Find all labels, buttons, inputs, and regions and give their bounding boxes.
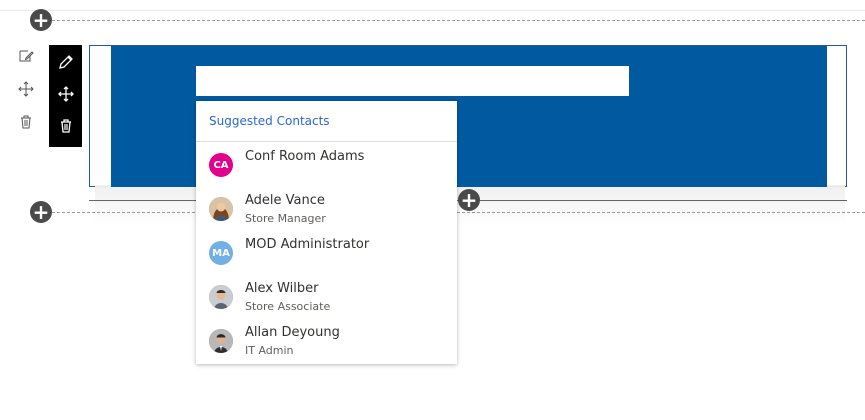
canvas-top-border bbox=[0, 10, 865, 11]
contact-name: Conf Room Adams bbox=[245, 149, 365, 164]
person-photo-icon bbox=[209, 285, 233, 309]
contact-item[interactable]: Alex Wilber Store Associate bbox=[196, 275, 457, 319]
suggested-contacts-header: Suggested Contacts bbox=[196, 101, 457, 142]
move-icon bbox=[18, 81, 34, 97]
trash-icon bbox=[60, 119, 71, 133]
avatar bbox=[209, 285, 233, 309]
edit-icon bbox=[19, 50, 34, 62]
people-search-input[interactable] bbox=[196, 66, 629, 96]
contact-name: MOD Administrator bbox=[245, 237, 370, 252]
contact-item[interactable]: Allan Deyoung IT Admin bbox=[196, 319, 457, 363]
delete-webpart-button[interactable] bbox=[54, 115, 78, 137]
contact-name: Alex Wilber bbox=[245, 281, 319, 296]
contact-name: Allan Deyoung bbox=[245, 325, 340, 340]
delete-icon bbox=[21, 115, 31, 129]
suggested-contacts-dropdown: Suggested Contacts CA Conf Room Adams Ad… bbox=[196, 101, 457, 364]
person-photo-icon bbox=[209, 329, 233, 353]
contact-title: Store Associate bbox=[245, 300, 331, 313]
add-webpart-button[interactable]: + bbox=[458, 189, 480, 211]
avatar bbox=[209, 329, 233, 353]
contact-item[interactable]: MA MOD Administrator bbox=[196, 231, 457, 275]
contact-title: IT Admin bbox=[245, 344, 294, 357]
avatar bbox=[209, 197, 233, 221]
plus-icon: + bbox=[32, 8, 50, 32]
move-webpart-button[interactable] bbox=[54, 83, 78, 105]
section-toolbar bbox=[14, 44, 38, 143]
move-section-button[interactable] bbox=[14, 77, 38, 101]
pencil-icon bbox=[58, 55, 73, 69]
webpart-toolbar bbox=[49, 45, 82, 147]
move-icon bbox=[57, 86, 74, 102]
add-section-top-button[interactable]: + bbox=[30, 9, 52, 31]
contact-name: Adele Vance bbox=[245, 193, 325, 208]
edit-webpart-button[interactable] bbox=[54, 51, 78, 73]
section-divider-bottom bbox=[52, 212, 865, 213]
avatar: MA bbox=[209, 241, 233, 265]
avatar: CA bbox=[209, 153, 233, 177]
delete-section-button[interactable] bbox=[14, 110, 38, 134]
contact-item[interactable]: CA Conf Room Adams bbox=[196, 143, 457, 187]
plus-icon: + bbox=[32, 200, 50, 224]
add-section-bottom-button[interactable]: + bbox=[30, 201, 52, 223]
contact-item[interactable]: Adele Vance Store Manager bbox=[196, 187, 457, 231]
contact-title: Store Manager bbox=[245, 212, 326, 225]
plus-icon: + bbox=[460, 188, 478, 212]
section-divider-top bbox=[52, 20, 865, 21]
edit-section-button[interactable] bbox=[14, 44, 38, 68]
person-photo-icon bbox=[209, 197, 233, 221]
